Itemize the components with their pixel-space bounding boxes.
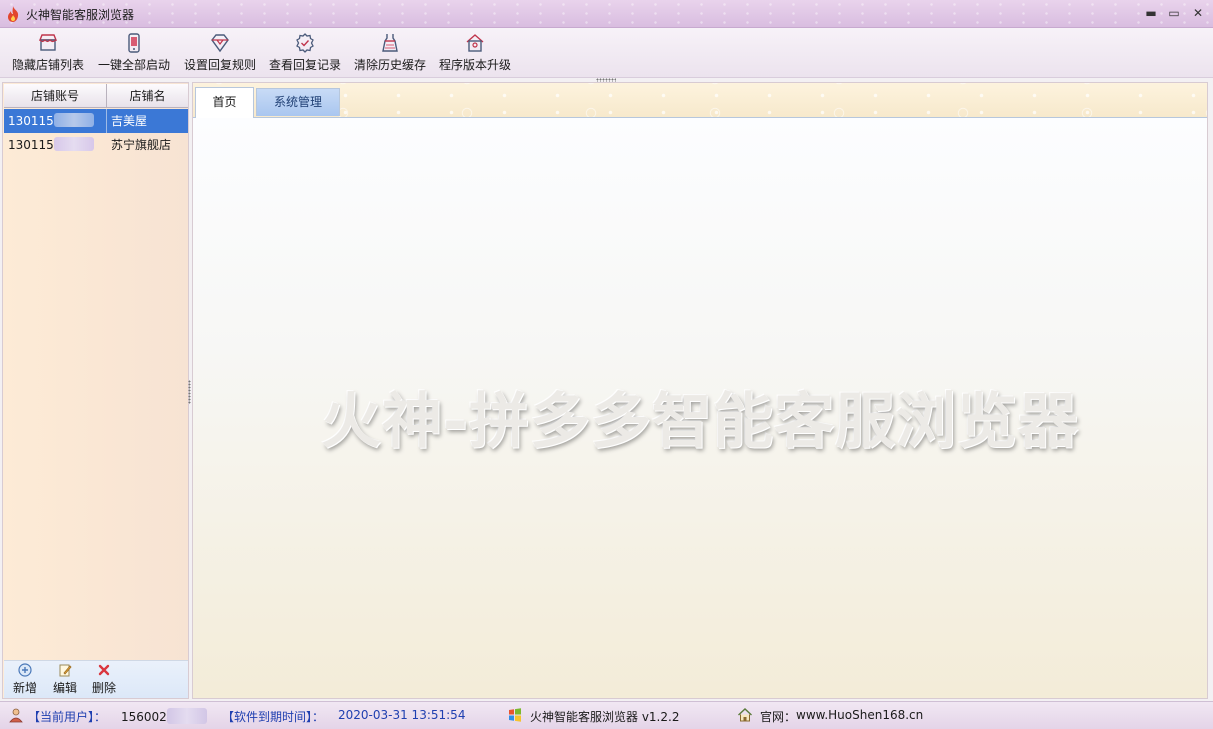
redacted-mask [166, 708, 207, 724]
toolbar-label: 隐藏店铺列表 [11, 58, 84, 72]
window-title: 火神智能客服浏览器 [26, 8, 135, 22]
toolbar-label: 查看回复记录 [268, 58, 341, 72]
toolbar-label: 设置回复规则 [183, 58, 256, 72]
dress-icon [382, 34, 398, 52]
shop-account: 130115 [8, 114, 54, 128]
column-header-name[interactable]: 店铺名 [107, 84, 188, 108]
delete-label: 删除 [91, 681, 116, 695]
toolbar-label: 清除历史缓存 [353, 58, 426, 72]
add-label: 新增 [12, 681, 37, 695]
main-panel: 首页 系统管理 火神-拼多多智能客服浏览器 [192, 82, 1208, 699]
toolbar-label: 程序版本升级 [438, 58, 511, 72]
user-icon [9, 708, 23, 723]
badge-icon [296, 33, 314, 53]
shop-account-cell: 130115 [4, 109, 107, 133]
edit-icon [59, 664, 72, 677]
tab-home[interactable]: 首页 [195, 87, 254, 118]
maximize-button[interactable]: ▭ [1163, 4, 1185, 22]
shop-name: 吉美屋 [111, 114, 148, 128]
shop-list-panel: 店铺账号 店铺名 130115 吉美屋 130115 苏宁旗舰店 新增 编辑 删… [2, 82, 189, 699]
title-bar: 火神智能客服浏览器 ▬ ▭ ✕ [0, 0, 1213, 28]
website-label: 官网： [760, 710, 797, 724]
home-tab-content: 火神-拼多多智能客服浏览器 [193, 117, 1207, 698]
status-bar: 【当前用户】： 156002 【软件到期时间】： 2020-03-31 13:5… [0, 701, 1213, 729]
delete-x-icon [98, 664, 110, 676]
edit-label: 编辑 [52, 681, 77, 695]
current-user-value: 156002 [121, 710, 167, 724]
expire-time-label: 【软件到期时间】： [222, 710, 325, 724]
current-user-value-wrap: 156002 [121, 708, 207, 724]
upgrade-button[interactable]: 程序版本升级 [437, 32, 513, 74]
shop-account-cell: 130115 [4, 133, 107, 157]
delete-shop-button[interactable]: 删除 [89, 663, 119, 696]
hide-shop-list-button[interactable]: 隐藏店铺列表 [10, 32, 86, 74]
store-icon [38, 34, 58, 51]
expire-time-value: 2020-03-31 13:51:54 [338, 708, 466, 722]
start-all-button[interactable]: 一键全部启动 [96, 32, 172, 74]
toolbar-label: 一键全部启动 [97, 58, 170, 72]
home-upgrade-icon [466, 34, 484, 52]
close-button[interactable]: ✕ [1187, 4, 1209, 22]
shop-list-header: 店铺账号 店铺名 [4, 84, 188, 108]
website-link[interactable]: www.HuoShen168.cn [796, 708, 923, 722]
windows-logo-icon [509, 708, 521, 722]
reply-rules-button[interactable]: 设置回复规则 [182, 32, 258, 74]
vertical-splitter[interactable] [188, 380, 191, 404]
clear-cache-button[interactable]: 清除历史缓存 [352, 32, 428, 74]
redacted-mask [53, 113, 94, 127]
column-header-account[interactable]: 店铺账号 [4, 84, 107, 108]
shop-name: 苏宁旗舰店 [111, 138, 172, 152]
tab-system-management[interactable]: 系统管理 [256, 88, 340, 116]
minimize-button[interactable]: ▬ [1140, 4, 1162, 22]
tab-strip: 首页 系统管理 [193, 83, 1207, 118]
shop-account: 130115 [8, 138, 54, 152]
toolbar: 隐藏店铺列表 一键全部启动 设置回复规则 查看回复记录 清除历史缓存 程序版本升… [0, 28, 1213, 78]
flame-icon [8, 6, 19, 22]
current-user-label: 【当前用户】： [28, 710, 107, 724]
watermark-title: 火神-拼多多智能客服浏览器 [321, 387, 1079, 457]
edit-shop-button[interactable]: 编辑 [50, 663, 80, 696]
tab-strip-pattern [193, 83, 1207, 117]
redacted-mask [53, 137, 94, 151]
title-bar-pattern [0, 0, 1213, 27]
phone-icon [128, 33, 140, 53]
shop-row[interactable]: 130115 苏宁旗舰店 [4, 133, 188, 157]
app-version: 火神智能客服浏览器 v1.2.2 [530, 710, 680, 724]
shop-row[interactable]: 130115 吉美屋 [4, 109, 188, 133]
add-shop-button[interactable]: 新增 [10, 663, 40, 696]
reply-records-button[interactable]: 查看回复记录 [267, 32, 343, 74]
home-icon [738, 708, 752, 722]
add-circle-icon [18, 663, 32, 677]
shop-list-footer: 新增 编辑 删除 [4, 660, 188, 698]
diamond-icon [211, 34, 229, 53]
